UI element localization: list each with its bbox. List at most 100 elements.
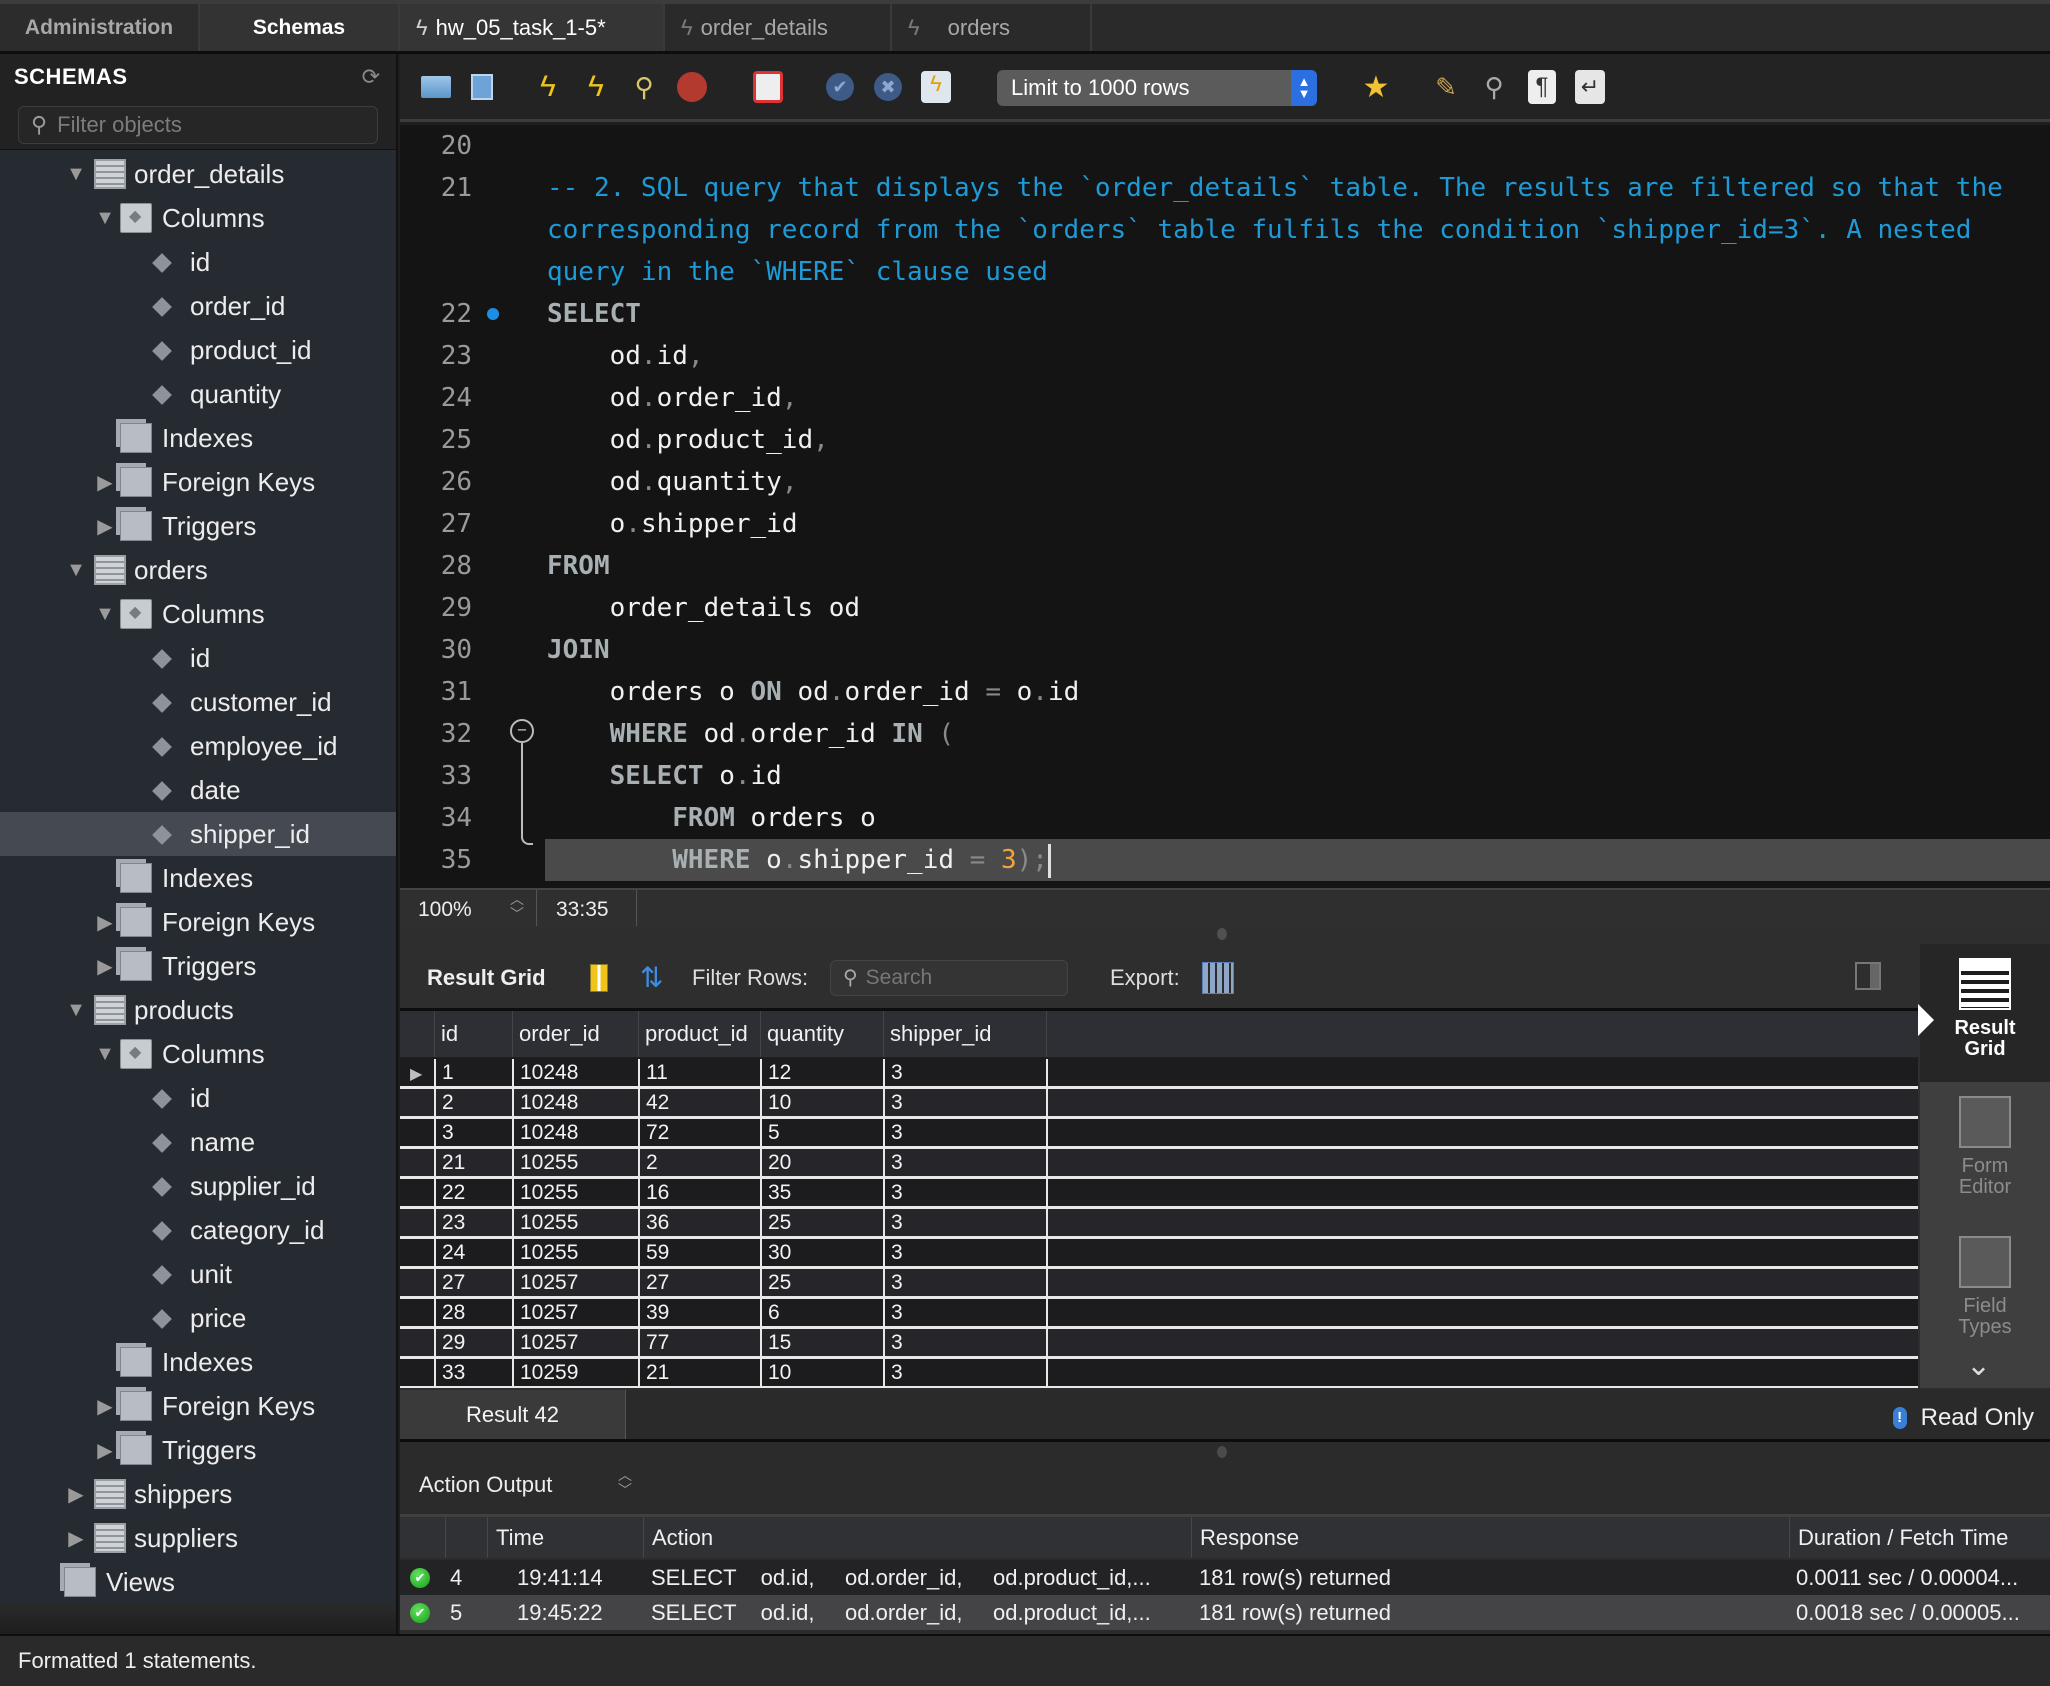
find-icon[interactable]: ⚲: [1476, 69, 1512, 105]
column-header-order-id[interactable]: order_id: [512, 1011, 638, 1057]
table-row[interactable]: 2 10248 42 10 3: [400, 1089, 1918, 1119]
table-cell[interactable]: 16: [638, 1179, 760, 1206]
tree-item-foreign-keys[interactable]: ▶ Foreign Keys: [0, 900, 396, 944]
table-cell[interactable]: 35: [760, 1179, 883, 1206]
expand-arrow-icon[interactable]: ▶: [95, 954, 115, 979]
table-cell[interactable]: 3: [883, 1269, 1046, 1296]
table-cell[interactable]: 10257: [512, 1269, 638, 1296]
table-cell[interactable]: 10248: [512, 1119, 638, 1146]
table-cell[interactable]: 10: [760, 1089, 883, 1116]
open-folder-icon[interactable]: [418, 69, 454, 105]
expand-arrow-icon[interactable]: ▶: [95, 514, 115, 539]
tab-schemas[interactable]: Schemas: [200, 4, 400, 51]
commit-icon[interactable]: ✔: [822, 69, 858, 105]
tree-item-shippers[interactable]: ▶ shippers: [0, 1472, 396, 1516]
tree-item-triggers[interactable]: ▶ Triggers: [0, 944, 396, 988]
tree-item-foreign-keys[interactable]: ▶ Foreign Keys: [0, 1384, 396, 1428]
table-cell[interactable]: 3: [883, 1299, 1046, 1326]
split-handle[interactable]: [1217, 928, 1227, 940]
table-cell[interactable]: 3: [883, 1209, 1046, 1236]
table-cell[interactable]: 10255: [512, 1179, 638, 1206]
table-cell[interactable]: 10257: [512, 1299, 638, 1326]
collapse-arrow-icon[interactable]: ▼: [66, 163, 86, 186]
expand-arrow-icon[interactable]: ▶: [95, 1438, 115, 1463]
tree-item-suppliers[interactable]: ▶ suppliers: [0, 1516, 396, 1560]
tree-item-unit[interactable]: unit: [0, 1252, 396, 1296]
table-cell[interactable]: 3: [883, 1179, 1046, 1206]
table-cell[interactable]: 25: [760, 1269, 883, 1296]
table-row[interactable]: 28 10257 39 6 3: [400, 1299, 1918, 1329]
expand-arrow-icon[interactable]: ▶: [95, 910, 115, 935]
table-row[interactable]: 21 10255 2 20 3: [400, 1149, 1918, 1179]
table-row[interactable]: 24 10255 59 30 3: [400, 1239, 1918, 1269]
tree-item-indexes[interactable]: Indexes: [0, 856, 396, 900]
tree-item-indexes[interactable]: Indexes: [0, 1340, 396, 1384]
table-row[interactable]: 23 10255 36 25 3: [400, 1209, 1918, 1239]
table-cell[interactable]: 10248: [512, 1059, 638, 1086]
table-cell[interactable]: 3: [883, 1149, 1046, 1176]
collapse-arrow-icon[interactable]: ▼: [66, 999, 86, 1022]
refresh-icon[interactable]: ⇅: [640, 961, 663, 994]
output-type-select[interactable]: Action Output: [419, 1472, 552, 1498]
tree-item-order-details[interactable]: ▼ order_details: [0, 152, 396, 196]
tree-item-category-id[interactable]: category_id: [0, 1208, 396, 1252]
refresh-icon[interactable]: ⟳: [362, 64, 380, 90]
table-row[interactable]: 29 10257 77 15 3: [400, 1329, 1918, 1359]
tab-administration[interactable]: Administration: [0, 4, 200, 51]
table-cell[interactable]: 27: [434, 1269, 512, 1296]
table-cell[interactable]: 3: [883, 1239, 1046, 1266]
tree-item-id[interactable]: id: [0, 1076, 396, 1120]
table-cell[interactable]: 10255: [512, 1209, 638, 1236]
table-cell[interactable]: 72: [638, 1119, 760, 1146]
header-time[interactable]: Time: [487, 1517, 643, 1558]
invisible-chars-icon[interactable]: ¶: [1524, 69, 1560, 105]
tree-item-product-id[interactable]: product_id: [0, 328, 396, 372]
toggle-error-stop-icon[interactable]: [750, 69, 786, 105]
header-response[interactable]: Response: [1191, 1517, 1791, 1558]
table-row[interactable]: 3 10248 72 5 3: [400, 1119, 1918, 1149]
tree-item-columns[interactable]: ▼ Columns: [0, 196, 396, 240]
collapse-arrow-icon[interactable]: ▼: [95, 207, 115, 230]
table-cell[interactable]: 20: [760, 1149, 883, 1176]
result-tab-42[interactable]: Result 42: [400, 1390, 626, 1439]
column-header-quantity[interactable]: quantity: [760, 1011, 883, 1057]
table-cell[interactable]: 15: [760, 1329, 883, 1356]
table-cell[interactable]: 29: [434, 1329, 512, 1356]
table-row[interactable]: ▶ 1 10248 11 12 3: [400, 1059, 1918, 1089]
select-stepper-icon[interactable]: ︿ ﹀: [618, 1468, 632, 1498]
expand-arrow-icon[interactable]: ▶: [66, 1526, 86, 1551]
filter-rows-input[interactable]: [865, 965, 1046, 990]
table-cell[interactable]: 2: [434, 1089, 512, 1116]
save-icon[interactable]: [464, 69, 500, 105]
tree-item-orders[interactable]: ▼ orders: [0, 548, 396, 592]
table-cell[interactable]: 5: [760, 1119, 883, 1146]
table-cell[interactable]: 21: [434, 1149, 512, 1176]
header-duration[interactable]: Duration / Fetch Time: [1789, 1517, 2050, 1558]
split-handle[interactable]: [1217, 1446, 1227, 1458]
table-cell[interactable]: 77: [638, 1329, 760, 1356]
autocommit-icon[interactable]: ϟ: [918, 69, 954, 105]
execute-current-icon[interactable]: ϟ: [578, 69, 614, 105]
tree-item-supplier-id[interactable]: supplier_id: [0, 1164, 396, 1208]
table-cell[interactable]: 6: [760, 1299, 883, 1326]
toggle-panel-icon[interactable]: [1855, 962, 1881, 990]
tree-item-order-id[interactable]: order_id: [0, 284, 396, 328]
table-cell[interactable]: 3: [883, 1059, 1046, 1086]
column-toggle-icon[interactable]: [590, 963, 608, 992]
table-cell[interactable]: 30: [760, 1239, 883, 1266]
tree-item-triggers[interactable]: ▶ Triggers: [0, 504, 396, 548]
table-cell[interactable]: 28: [434, 1299, 512, 1326]
query-tab-order-details[interactable]: ϟ order_details: [665, 4, 892, 51]
explain-icon[interactable]: ⚲: [626, 69, 662, 105]
collapse-arrow-icon[interactable]: ▼: [95, 1043, 115, 1066]
tree-item-customer-id[interactable]: customer_id: [0, 680, 396, 724]
table-cell[interactable]: 3: [434, 1119, 512, 1146]
tree-item-columns[interactable]: ▼ Columns: [0, 1032, 396, 1076]
table-cell[interactable]: 21: [638, 1359, 760, 1386]
action-output-row[interactable]: ✔ 5 19:45:22 SELECT od.id, od.order_id, …: [400, 1595, 2050, 1630]
tree-item-indexes[interactable]: Indexes: [0, 416, 396, 460]
table-cell[interactable]: 10259: [512, 1359, 638, 1386]
table-cell[interactable]: 39: [638, 1299, 760, 1326]
table-cell[interactable]: 10255: [512, 1239, 638, 1266]
table-cell[interactable]: 42: [638, 1089, 760, 1116]
